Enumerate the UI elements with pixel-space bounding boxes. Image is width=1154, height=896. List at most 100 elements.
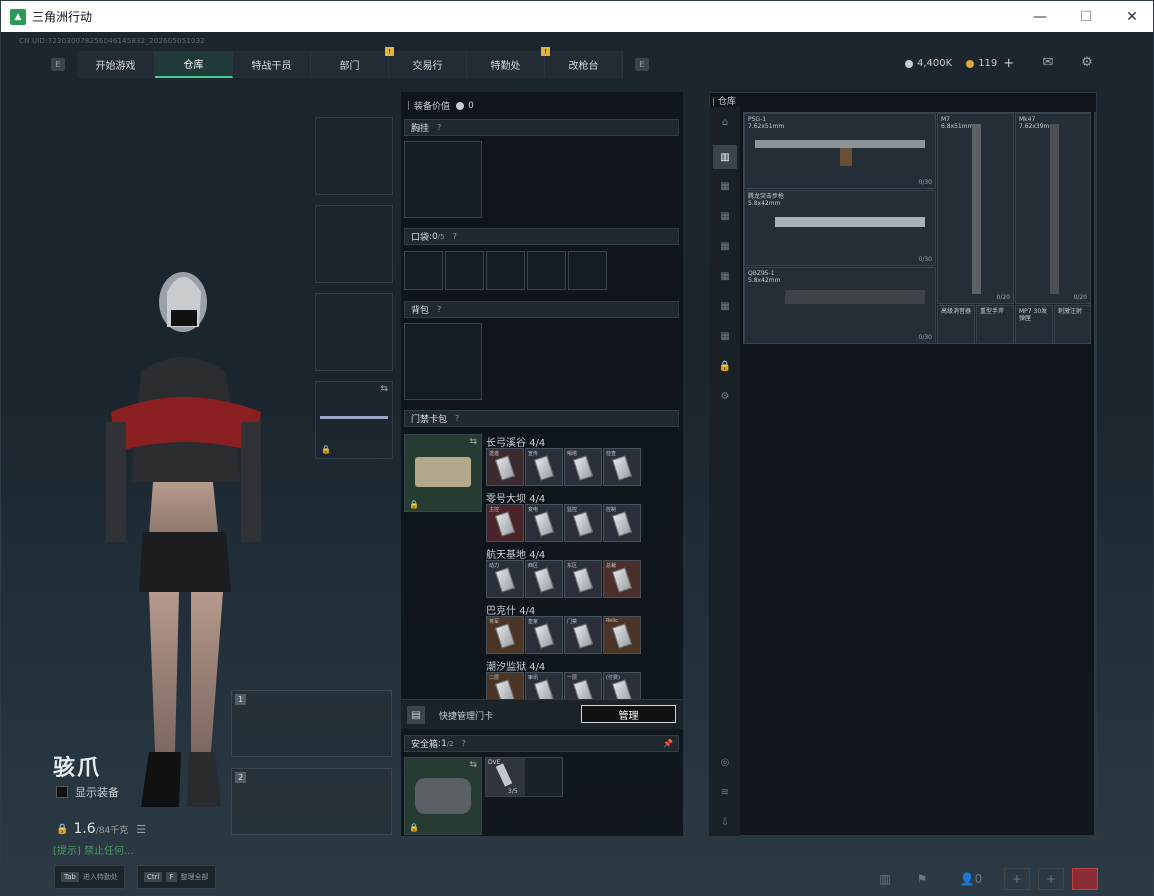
maximize-button[interactable]: ☐: [1063, 1, 1109, 32]
hotkey-special-ops[interactable]: Tab 进入特勤处: [54, 865, 125, 889]
keycard-item[interactable]: 主控: [486, 504, 524, 542]
swap-icon[interactable]: ⇆: [469, 437, 477, 447]
keycard-item[interactable]: 控制: [603, 504, 641, 542]
pocket-max: /5: [437, 232, 445, 241]
weapon-name: QBZ95-1: [748, 270, 775, 277]
keycard-header: 门禁卡包?: [404, 410, 679, 427]
help-icon[interactable]: ?: [455, 414, 459, 423]
keycard-item[interactable]: 门禁: [564, 616, 602, 654]
category-medical-icon[interactable]: ▦: [717, 269, 733, 283]
keycard-item[interactable]: 宣传: [525, 448, 563, 486]
mail-icon[interactable]: ✉: [1038, 53, 1058, 71]
avatar[interactable]: [1072, 868, 1098, 890]
show-gear-toggle[interactable]: 显示装备: [56, 784, 119, 800]
swap-icon[interactable]: ⇆: [469, 760, 477, 770]
nav-prev-key[interactable]: E: [51, 58, 65, 71]
swap-icon[interactable]: ⇆: [380, 384, 388, 394]
category-all-icon[interactable]: ⌂: [717, 115, 733, 129]
category-armor-icon[interactable]: ▦: [717, 179, 733, 193]
attachment-item[interactable]: 刺激注射: [1054, 305, 1091, 344]
list-icon[interactable]: ☰: [136, 823, 146, 836]
chest-rig-slot[interactable]: [404, 141, 482, 218]
category-settings-icon[interactable]: ⚙: [717, 389, 733, 403]
category-weapons-icon[interactable]: ▥: [713, 145, 737, 169]
help-icon[interactable]: ?: [437, 123, 441, 132]
weapon-item[interactable]: 腾龙突击步枪 5.8x42mm 0/30: [744, 190, 936, 266]
primary-weapon-slot-1[interactable]: 1: [231, 690, 392, 757]
invite-slot-2[interactable]: +: [1038, 868, 1064, 890]
pocket-cell[interactable]: [527, 251, 566, 290]
currency-bar: 4,400K 119 +: [905, 56, 1014, 71]
keycard-item[interactable]: 动力: [486, 560, 524, 598]
tab-5[interactable]: 特勤处!: [467, 47, 550, 78]
keycard-item[interactable]: 皇家: [525, 616, 563, 654]
category-helmet-icon[interactable]: ▦: [717, 209, 733, 223]
help-icon[interactable]: ?: [437, 305, 441, 314]
category-keys-icon[interactable]: ▦: [717, 329, 733, 343]
keycard-case-slot[interactable]: 🔒 ⇆: [404, 434, 482, 512]
weapon-item[interactable]: QBZ95-1 5.8x42mm 0/30: [744, 267, 936, 344]
category-tools-icon[interactable]: ▦: [717, 299, 733, 313]
safebox-item[interactable]: DVE 3/5: [486, 758, 525, 796]
keycard-item[interactable]: 总裁: [603, 560, 641, 598]
keycard-item[interactable]: 监控: [564, 504, 602, 542]
tab-6[interactable]: 改枪台: [545, 51, 623, 78]
rifle-icon: [755, 140, 925, 148]
attachment-item[interactable]: 高级消音器: [937, 305, 975, 344]
nav-next-key[interactable]: E: [635, 58, 649, 71]
keycard-item[interactable]: 哨塔: [564, 448, 602, 486]
backpack-slot[interactable]: [404, 323, 482, 400]
weapon-item[interactable]: M7 6.8x51mm 0/20: [937, 113, 1014, 304]
primary-weapon-slot-2[interactable]: 2: [231, 768, 392, 835]
tab-4[interactable]: 交易行: [389, 51, 467, 78]
weapon-item[interactable]: Mk47 7.62x39mm 0/20: [1015, 113, 1091, 304]
helmet-slot[interactable]: [315, 117, 393, 195]
close-button[interactable]: ✕: [1109, 1, 1153, 32]
pistol-slot[interactable]: [315, 293, 393, 371]
keycard-item[interactable]: 东区: [564, 560, 602, 598]
category-ammo-icon[interactable]: ▦: [717, 239, 733, 253]
weapon-name: M7: [941, 116, 950, 123]
pocket-cell[interactable]: [445, 251, 484, 290]
keycard-item[interactable]: 变电: [525, 504, 563, 542]
hotkey-sort-all[interactable]: Ctrl F 整理全部: [137, 865, 216, 889]
slot-number: 1: [235, 694, 246, 705]
invite-slot-1[interactable]: +: [1004, 868, 1030, 890]
rifle-icon: [972, 124, 981, 294]
stats-icon[interactable]: ▥: [872, 868, 898, 890]
checkbox[interactable]: [56, 786, 68, 798]
safebox-slot[interactable]: 🔒 ⇆: [404, 757, 482, 835]
add-currency-button[interactable]: +: [1003, 56, 1014, 71]
keycard-item[interactable]: Relic: [603, 616, 641, 654]
help-icon[interactable]: ?: [462, 739, 466, 748]
team-icon[interactable]: 👤0: [951, 868, 991, 890]
item-name: 高级消音器: [941, 308, 972, 315]
melee-slot[interactable]: 🔒 ⇆: [315, 381, 393, 459]
minimize-button[interactable]: —: [1017, 1, 1063, 32]
pocket-cell[interactable]: [568, 251, 607, 290]
layers-icon[interactable]: ≋: [717, 785, 733, 799]
keycard-item[interactable]: 遗迹: [486, 448, 524, 486]
sort-icon[interactable]: ⇩: [717, 815, 733, 829]
help-icon[interactable]: ?: [453, 232, 457, 241]
category-lock-icon[interactable]: 🔒: [717, 359, 733, 373]
manage-button[interactable]: 管理: [581, 705, 676, 723]
armor-slot[interactable]: [315, 205, 393, 283]
tab-2[interactable]: 特战干员: [233, 51, 311, 78]
map-pin-icon[interactable]: ◎: [717, 755, 733, 769]
pocket-cell[interactable]: [404, 251, 443, 290]
pin-icon[interactable]: 📌: [663, 739, 673, 748]
tab-3[interactable]: 部门!: [311, 47, 394, 78]
pocket-cell[interactable]: [486, 251, 525, 290]
weapon-item[interactable]: PSG-1 7.62x51mm 0/30: [744, 113, 936, 189]
keycard-item[interactable]: 西区: [525, 560, 563, 598]
attachment-item[interactable]: 重型手斧: [976, 305, 1014, 344]
attachment-item[interactable]: MP7 30发弹匣: [1015, 305, 1053, 344]
storage-scrollbar[interactable]: [1094, 112, 1097, 837]
tab-1[interactable]: 仓库: [155, 51, 233, 78]
keycard-item[interactable]: 将军: [486, 616, 524, 654]
settings-icon[interactable]: ⚙: [1077, 53, 1097, 71]
keycard-item[interactable]: 检查: [603, 448, 641, 486]
flag-icon[interactable]: ⚑: [909, 868, 935, 890]
tab-0[interactable]: 开始游戏: [77, 51, 155, 78]
